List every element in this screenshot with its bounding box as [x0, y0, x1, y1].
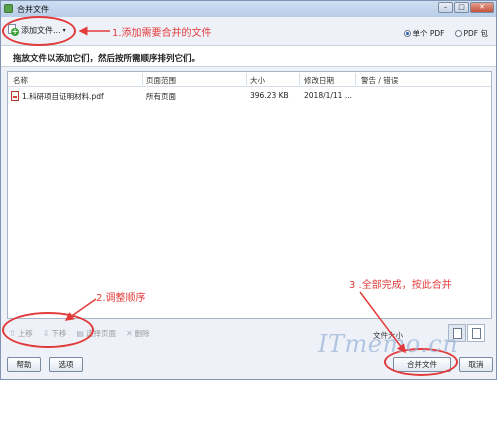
annotation-arrows — [64, 26, 406, 354]
arrow-step2 — [64, 298, 97, 321]
arrow-step3 — [359, 291, 406, 354]
